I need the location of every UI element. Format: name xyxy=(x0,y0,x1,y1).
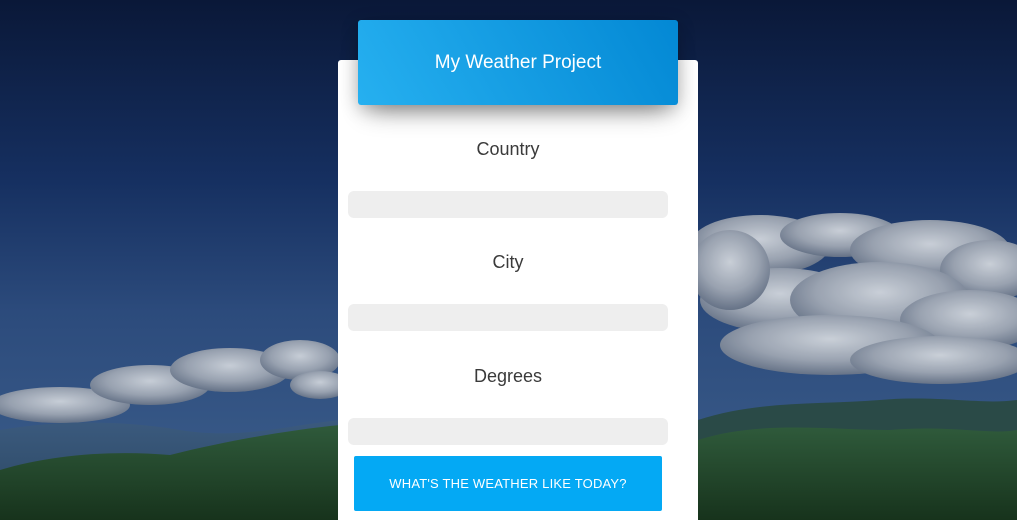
city-label: City xyxy=(492,252,524,272)
country-input[interactable] xyxy=(348,191,668,218)
weather-form-card xyxy=(338,60,698,520)
app-title: My Weather Project xyxy=(434,51,602,73)
degrees-label: Degrees xyxy=(473,366,543,386)
degrees-input[interactable] xyxy=(348,418,668,445)
app-header: My Weather Project xyxy=(358,20,678,105)
city-input[interactable] xyxy=(348,304,668,331)
get-weather-button[interactable]: WHAT'S THE WEATHER LIKE TODAY? xyxy=(354,456,662,511)
page-background: My Weather Project Country City Degrees … xyxy=(0,0,1017,520)
country-label: Country xyxy=(476,139,540,159)
